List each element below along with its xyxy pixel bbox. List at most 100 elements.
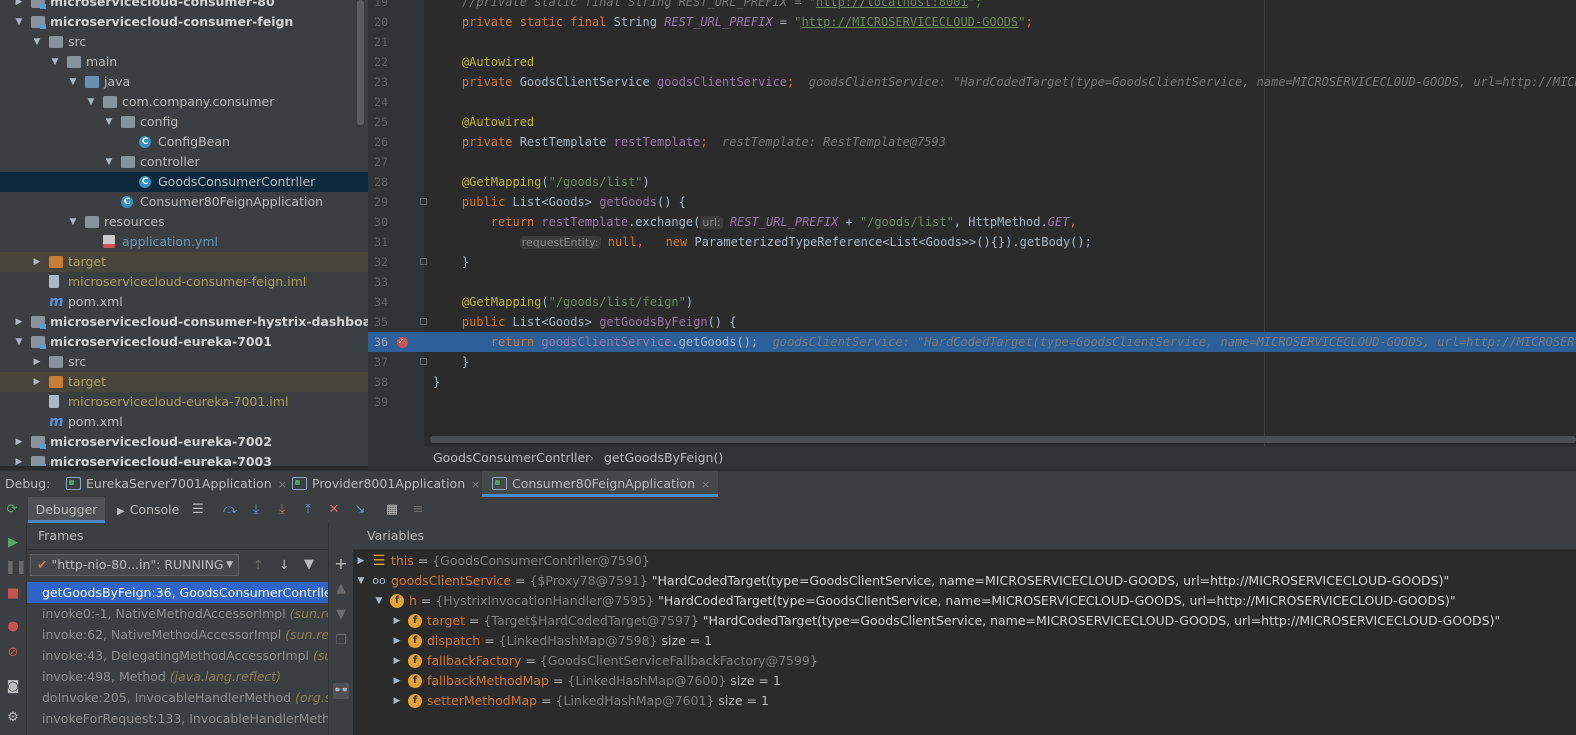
- tree-item[interactable]: ▶ microservicecloud-consumer-80: [0, 0, 368, 12]
- tree-item[interactable]: ▶ src: [0, 352, 368, 372]
- fold-marker-icon[interactable]: [420, 318, 427, 325]
- fold-marker-icon[interactable]: [420, 258, 427, 265]
- chevron-down-icon[interactable]: ▼: [13, 332, 25, 352]
- chevron-down-icon[interactable]: ▼: [103, 152, 115, 172]
- mute-breakpoints-icon[interactable]: ⊘: [5, 645, 21, 661]
- chevron-right-icon[interactable]: ▶: [391, 631, 403, 651]
- tree-item[interactable]: C GoodsConsumerContrller: [0, 172, 368, 192]
- chevron-down-icon[interactable]: ▼: [85, 92, 97, 112]
- code-line[interactable]: 37 }: [368, 352, 1576, 372]
- code-line[interactable]: 23 private GoodsClientService goodsClien…: [368, 72, 1576, 92]
- line-number[interactable]: 34: [368, 292, 388, 312]
- tree-item[interactable]: ▼ microservicecloud-eureka-7001: [0, 332, 368, 352]
- line-number[interactable]: 30: [368, 212, 388, 232]
- camera-icon[interactable]: ◙: [5, 679, 21, 695]
- show-watches-icon[interactable]: 👓: [333, 683, 349, 699]
- tree-item[interactable]: ▶ target: [0, 252, 368, 272]
- chevron-right-icon[interactable]: ▶: [13, 432, 25, 452]
- code-line[interactable]: 19 //private static final String REST_UR…: [368, 0, 1576, 12]
- line-number[interactable]: 33: [368, 272, 388, 292]
- line-number[interactable]: 19: [368, 0, 388, 12]
- breadcrumb-method[interactable]: getGoodsByFeign(): [604, 447, 723, 469]
- chevron-down-icon[interactable]: ▼: [49, 52, 61, 72]
- chevron-right-icon[interactable]: ▶: [391, 611, 403, 631]
- trace-icon[interactable]: ≡: [410, 502, 426, 518]
- layout-menu-icon[interactable]: ☰: [190, 502, 206, 518]
- line-number[interactable]: 22: [368, 52, 388, 72]
- tree-item[interactable]: m pom.xml: [0, 292, 368, 312]
- tree-item[interactable]: C Consumer80FeignApplication: [0, 192, 368, 212]
- stack-frame[interactable]: invoke0:-1, NativeMethodAccessorImpl (su…: [27, 603, 328, 624]
- tab-provider-8001[interactable]: Provider8001Application ×: [292, 471, 480, 497]
- code-line[interactable]: 28 @GetMapping("/goods/list"): [368, 172, 1576, 192]
- code-line[interactable]: 39: [368, 392, 1576, 412]
- chevron-right-icon[interactable]: ▶: [31, 352, 43, 372]
- next-thread-icon[interactable]: ↓: [279, 557, 289, 572]
- code-line[interactable]: 34 @GetMapping("/goods/list/feign"): [368, 292, 1576, 312]
- code-editor[interactable]: 19 //private static final String REST_UR…: [368, 0, 1576, 446]
- chevron-right-icon[interactable]: ▶: [355, 551, 367, 571]
- chevron-right-icon[interactable]: ▶: [391, 691, 403, 711]
- code-line[interactable]: 32 }: [368, 252, 1576, 272]
- chevron-down-icon[interactable]: ▼: [103, 112, 115, 132]
- code-line[interactable]: 38}: [368, 372, 1576, 392]
- project-tree[interactable]: ▶ microservicecloud-consumer-80 ▼ microserv…: [0, 0, 368, 466]
- move-down-icon[interactable]: ▼: [333, 607, 349, 623]
- line-number[interactable]: 23: [368, 72, 388, 92]
- pause-icon[interactable]: ❚❚: [5, 560, 27, 576]
- line-number[interactable]: 28: [368, 172, 388, 192]
- tree-item[interactable]: C ConfigBean: [0, 132, 368, 152]
- resume-icon[interactable]: ▶: [5, 535, 21, 551]
- stack-frame[interactable]: invoke:62, NativeMethodAccessorImpl (sun…: [27, 624, 328, 645]
- tree-item[interactable]: ▼ resources: [0, 212, 368, 232]
- tree-item[interactable]: microservicecloud-eureka-7001.iml: [0, 392, 368, 412]
- chevron-down-icon[interactable]: ▼: [67, 212, 79, 232]
- fold-marker-icon[interactable]: [420, 358, 427, 365]
- code-line[interactable]: 35 public List<Goods> getGoodsByFeign() …: [368, 312, 1576, 332]
- step-out-icon[interactable]: ⤒: [300, 502, 316, 518]
- rerun-icon[interactable]: ⟳: [4, 502, 20, 518]
- tree-scrollbar[interactable]: [357, 0, 364, 125]
- copy-icon[interactable]: ❐: [333, 633, 349, 649]
- code-line[interactable]: 29 public List<Goods> getGoods() {: [368, 192, 1576, 212]
- code-line[interactable]: 33: [368, 272, 1576, 292]
- tree-item[interactable]: ▼ java: [0, 72, 368, 92]
- chevron-right-icon[interactable]: ▶: [13, 452, 25, 466]
- force-step-into-icon[interactable]: ⤓: [274, 502, 290, 518]
- code-line[interactable]: 22 @Autowired: [368, 52, 1576, 72]
- tree-item[interactable]: m pom.xml: [0, 412, 368, 432]
- tree-item[interactable]: ▼ main: [0, 52, 368, 72]
- stack-frame[interactable]: invoke:498, Method (java.lang.reflect): [27, 666, 328, 687]
- tree-item[interactable]: ▶ microservicecloud-eureka-7002: [0, 432, 368, 452]
- view-breakpoints-icon[interactable]: ●: [5, 619, 21, 635]
- chevron-down-icon[interactable]: ▼: [373, 591, 385, 611]
- code-line[interactable]: 25 @Autowired: [368, 112, 1576, 132]
- tab-debugger[interactable]: Debugger: [28, 497, 105, 523]
- tab-eureka-server-7001[interactable]: EurekaServer7001Application ×: [66, 471, 287, 497]
- line-number[interactable]: 36: [368, 332, 388, 352]
- breadcrumb-class[interactable]: GoodsConsumerContrller: [433, 447, 590, 469]
- drop-frame-icon[interactable]: ✕: [326, 502, 342, 518]
- chevron-right-icon[interactable]: ▶: [31, 252, 43, 272]
- line-number[interactable]: 20: [368, 12, 388, 32]
- editor-horizontal-scrollbar[interactable]: [430, 436, 1576, 443]
- code-line[interactable]: 26 private RestTemplate restTemplate; re…: [368, 132, 1576, 152]
- evaluate-expression-icon[interactable]: ▦: [384, 502, 400, 518]
- tree-item[interactable]: ▼ microservicecloud-consumer-feign: [0, 12, 368, 32]
- close-icon[interactable]: ×: [471, 478, 480, 491]
- stack-frame[interactable]: invoke:43, DelegatingMethodAccessorImpl …: [27, 645, 328, 666]
- line-number[interactable]: 29: [368, 192, 388, 212]
- tree-item[interactable]: ▶ target: [0, 372, 368, 392]
- line-number[interactable]: 24: [368, 92, 388, 112]
- line-number[interactable]: 39: [368, 392, 388, 412]
- tree-item[interactable]: ▼ config: [0, 112, 368, 132]
- tree-item[interactable]: microservicecloud-consumer-feign.iml: [0, 272, 368, 292]
- new-watch-icon[interactable]: +: [333, 556, 349, 572]
- run-to-cursor-icon[interactable]: ↘: [352, 502, 368, 518]
- tree-item[interactable]: ▶ microservicecloud-eureka-7003: [0, 452, 368, 466]
- tree-item[interactable]: ▶ microservicecloud-consumer-hystrix-dash…: [0, 312, 368, 332]
- code-line[interactable]: 30 return restTemplate.exchange(url: RES…: [368, 212, 1576, 232]
- thread-selector[interactable]: ✔ "http-nio-80...in": RUNNING ▼: [30, 554, 239, 576]
- stack-frame[interactable]: getGoodsByFeign:36, GoodsConsumerContrll…: [27, 582, 328, 603]
- chevron-down-icon[interactable]: ▼: [355, 571, 367, 591]
